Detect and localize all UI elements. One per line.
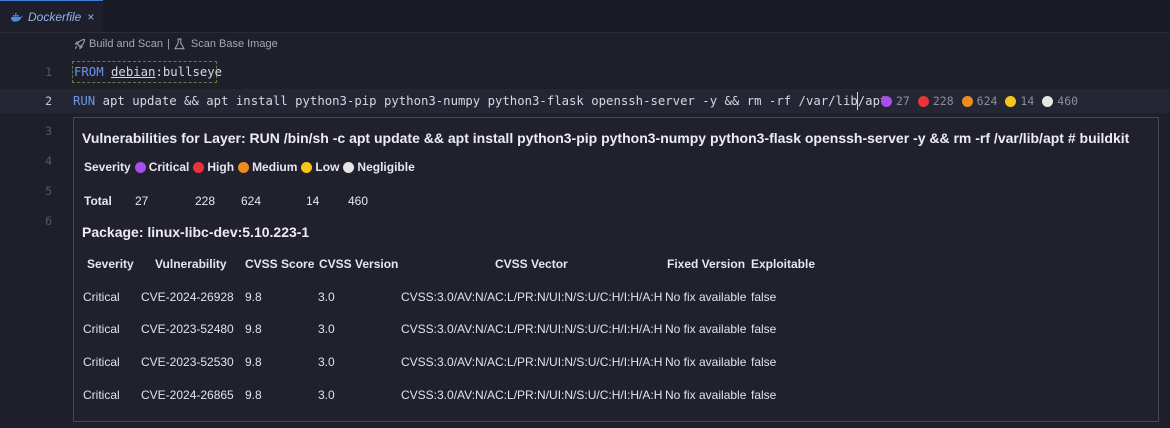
legend-negligible: Negligible [357,160,415,174]
total-label: Total [84,194,112,208]
legend-critical: Critical [148,160,190,174]
hover-title: Vulnerabilities for Layer: RUN /bin/sh -… [82,130,1130,146]
legend-medium: Medium [252,160,298,174]
medium-count: 624 [976,94,998,108]
total-critical: 27 [135,194,149,208]
cell-severity: Critical [83,355,120,369]
cell-exploitable: false [751,290,777,304]
critical-count: 27 [896,94,910,108]
cell-exploitable: false [751,322,777,336]
severity-legend: Severity Critical High Medium Low Neglig… [84,160,415,174]
close-icon[interactable]: × [87,10,94,24]
header-fixed-version: Fixed Version [667,257,746,271]
cell-cvss-vector: CVSS:3.0/AV:N/AC:L/PR:N/UI:N/S:U/C:H/I:H… [401,290,663,304]
tab-dockerfile[interactable]: Dockerfile × [0,0,103,32]
header-severity: Severity [87,257,134,271]
high-dot-icon [917,95,929,107]
total-low: 14 [306,194,320,208]
cell-severity: Critical [83,322,120,336]
cell-vulnerability: CVE-2024-26928 [141,290,234,304]
legend-high: High [207,160,235,174]
line-number: 4 [45,154,52,168]
high-dot-icon [193,161,205,173]
line-number: 2 [45,94,52,108]
low-dot-icon [301,161,313,173]
code-text: RUN apt update && apt install python3-pi… [73,89,887,113]
cell-cvss-score: 9.8 [245,322,262,336]
header-cvss-vector: CVSS Vector [495,257,568,271]
medium-dot-icon [238,161,250,173]
docker-whale-icon [11,12,23,22]
header-cvss-version: CVSS Version [319,257,399,271]
cell-cvss-vector: CVSS:3.0/AV:N/AC:L/PR:N/UI:N/S:U/C:H/I:H… [401,355,663,369]
cell-fixed-version: No fix available [665,322,747,336]
high-count: 228 [932,94,954,108]
flask-icon [174,38,185,50]
cell-exploitable: false [751,355,777,369]
cell-vulnerability: CVE-2023-52480 [141,322,234,336]
low-dot-icon [1005,95,1017,107]
cell-cvss-score: 9.8 [245,355,262,369]
total-high: 228 [195,194,216,208]
negligible-dot-icon [1042,95,1054,107]
rocket-icon [74,38,86,50]
cell-cvss-version: 3.0 [318,290,335,304]
negligible-dot-icon [343,161,355,173]
image-tag: :bullseye [155,65,223,79]
tab-label: Dockerfile [28,9,82,24]
negligible-count: 460 [1057,94,1079,108]
text-cursor [857,92,858,110]
keyword-from: FROM [74,65,104,79]
cell-severity: Critical [83,388,120,402]
codelens-actions: Build and Scan | Scan Base Image [74,36,278,52]
low-count: 14 [1020,94,1035,108]
total-negligible: 460 [348,194,369,208]
build-and-scan-link[interactable]: Build and Scan [89,38,163,50]
header-cvss-score: CVSS Score [245,257,315,271]
code-line-2[interactable]: 2 RUN apt update && apt install python3-… [0,89,1170,113]
scan-base-image-link[interactable]: Scan Base Image [191,38,278,50]
image-name-link[interactable]: debian [111,65,155,79]
cell-cvss-vector: CVSS:3.0/AV:N/AC:L/PR:N/UI:N/S:U/C:H/I:H… [401,388,663,402]
inline-vulnerability-counts[interactable]: 27 228 624 14 460 [881,89,1086,113]
codelens-separator: | [167,38,170,50]
cell-cvss-score: 9.8 [245,388,262,402]
line-number: 3 [45,124,52,138]
cell-cvss-version: 3.0 [318,322,335,336]
header-vulnerability: Vulnerability [155,257,227,271]
line-number: 5 [45,184,52,198]
cell-exploitable: false [751,388,777,402]
critical-dot-icon [134,161,146,173]
cell-fixed-version: No fix available [665,355,747,369]
cell-fixed-version: No fix available [665,388,747,402]
cell-vulnerability: CVE-2024-26865 [141,388,234,402]
editor-tab-bar: Dockerfile × [0,0,1170,33]
line-number: 1 [45,65,52,79]
code-line-1[interactable]: 1 FROM debian:bullseye [0,60,1170,84]
cell-cvss-version: 3.0 [318,388,335,402]
vulnerability-hover-panel: Vulnerabilities for Layer: RUN /bin/sh -… [73,117,1159,422]
medium-dot-icon [961,95,973,107]
code-text: FROM debian:bullseye [74,60,222,84]
legend-label: Severity [84,160,131,174]
legend-low: Low [315,160,340,174]
cell-fixed-version: No fix available [665,290,747,304]
line-number: 6 [45,214,52,228]
critical-dot-icon [881,95,892,107]
cell-cvss-score: 9.8 [245,290,262,304]
cell-cvss-vector: CVSS:3.0/AV:N/AC:L/PR:N/UI:N/S:U/C:H/I:H… [401,322,663,336]
cell-vulnerability: CVE-2023-52530 [141,355,234,369]
cell-cvss-version: 3.0 [318,355,335,369]
header-exploitable: Exploitable [751,257,816,271]
package-heading: Package: linux-libc-dev:5.10.223-1 [82,224,310,240]
cell-severity: Critical [83,290,120,304]
keyword-run: RUN [73,94,96,108]
total-medium: 624 [241,194,262,208]
run-command: apt update && apt install python3-pip py… [95,94,888,108]
